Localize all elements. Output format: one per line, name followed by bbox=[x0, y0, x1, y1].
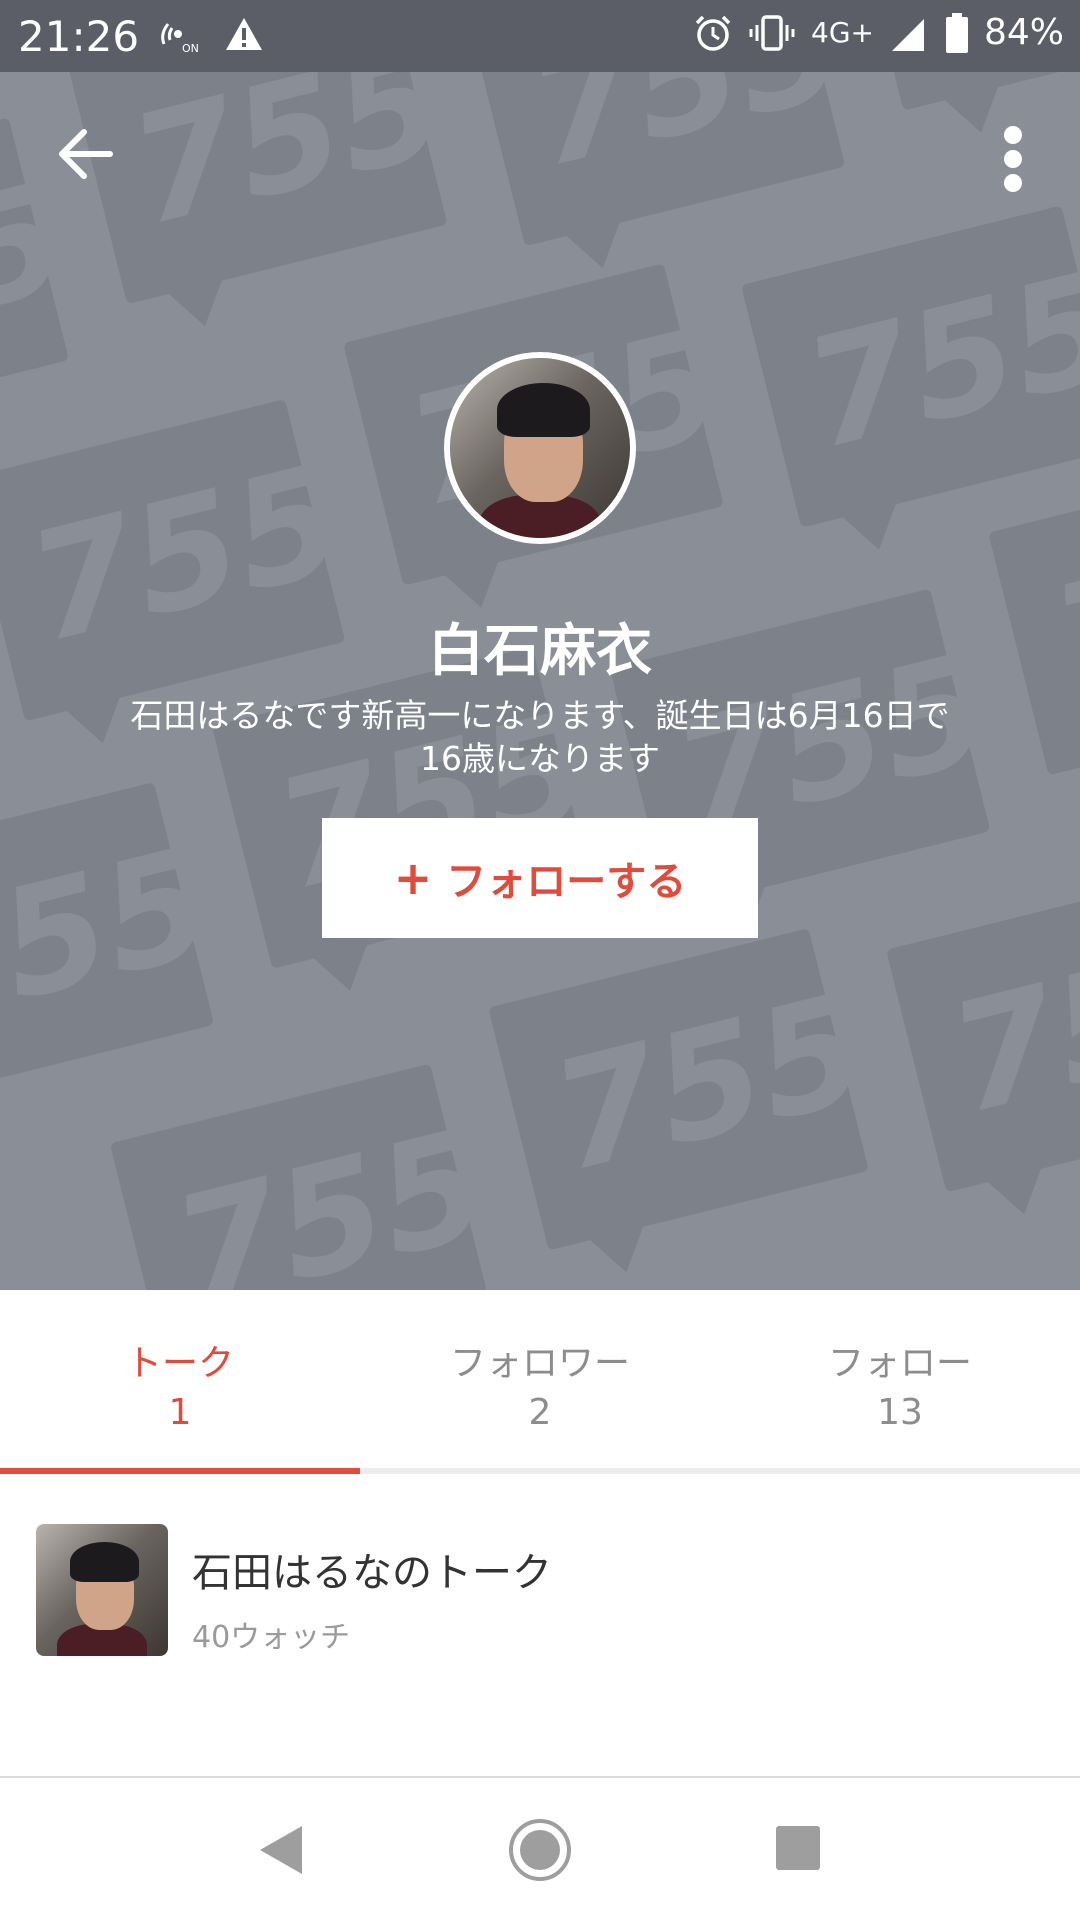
avatar[interactable] bbox=[444, 352, 636, 544]
pattern-bubble: 755 bbox=[740, 205, 1080, 528]
more-vertical-icon[interactable] bbox=[998, 122, 1028, 192]
tab-talk[interactable]: トーク 1 bbox=[0, 1290, 360, 1472]
talk-thumbnail bbox=[36, 1524, 168, 1656]
warning-icon bbox=[226, 18, 262, 50]
nav-home-icon[interactable] bbox=[508, 1818, 572, 1882]
follow-button-label: フォローする bbox=[446, 859, 687, 905]
tab-label: フォロー bbox=[827, 1343, 972, 1384]
tab-indicator bbox=[0, 1468, 360, 1474]
pattern-bubble: 755 bbox=[0, 782, 228, 1105]
pattern-bubble: 755 bbox=[109, 1063, 504, 1290]
tab-followers[interactable]: フォロワー 2 bbox=[360, 1290, 720, 1472]
nav-back-icon[interactable] bbox=[256, 1822, 306, 1878]
status-right: 4G+ 84% bbox=[693, 12, 1064, 53]
tab-label: フォロワー bbox=[449, 1343, 630, 1384]
follow-button[interactable]: + フォローする bbox=[322, 818, 758, 938]
profile-bio: 石田はるなです新高一になります、誕生日は6月16日で16歳になります bbox=[130, 696, 950, 778]
signal-icon bbox=[891, 18, 924, 51]
pattern-bubble: 755 bbox=[66, 72, 461, 305]
pattern-bubble: 755 bbox=[488, 927, 883, 1251]
pattern-bubble: 755 bbox=[464, 72, 859, 247]
talk-watch-count: 40ウォッチ bbox=[192, 1620, 351, 1655]
battery-level: 84% bbox=[983, 12, 1064, 53]
nav-recent-icon[interactable] bbox=[776, 1826, 820, 1870]
tab-count: 1 bbox=[168, 1392, 192, 1433]
talk-title: 石田はるなのトーク bbox=[192, 1550, 552, 1596]
status-left-icons: ON bbox=[156, 14, 264, 54]
battery-icon bbox=[945, 12, 968, 53]
pattern-bubble: 755 bbox=[886, 870, 1080, 1193]
status-bar: 21:26 ON 4G+ 84% bbox=[0, 0, 1080, 72]
list-item[interactable]: 石田はるなのトーク 40ウォッチ bbox=[0, 1500, 1080, 1660]
plus-icon: + bbox=[393, 851, 433, 905]
tab-label: トーク bbox=[125, 1343, 234, 1384]
wifi-calling-icon: ON bbox=[161, 23, 199, 54]
navigation-bar bbox=[0, 1778, 1080, 1920]
pattern-bubble: 755 bbox=[843, 72, 1080, 111]
tab-count: 13 bbox=[877, 1392, 923, 1433]
alarm-icon bbox=[695, 15, 731, 51]
profile-name: 白石麻衣 bbox=[428, 619, 652, 684]
svg-text:ON: ON bbox=[182, 42, 199, 54]
profile-tabs: トーク 1 フォロワー 2 フォロー 13 bbox=[0, 1290, 1080, 1472]
vibrate-icon bbox=[749, 14, 795, 51]
avatar-photo bbox=[450, 358, 630, 538]
arrow-left-icon[interactable] bbox=[56, 124, 116, 184]
tab-following[interactable]: フォロー 13 bbox=[720, 1290, 1080, 1472]
status-time: 21:26 bbox=[18, 12, 140, 61]
network-type: 4G+ bbox=[811, 16, 874, 49]
tab-count: 2 bbox=[528, 1392, 552, 1433]
